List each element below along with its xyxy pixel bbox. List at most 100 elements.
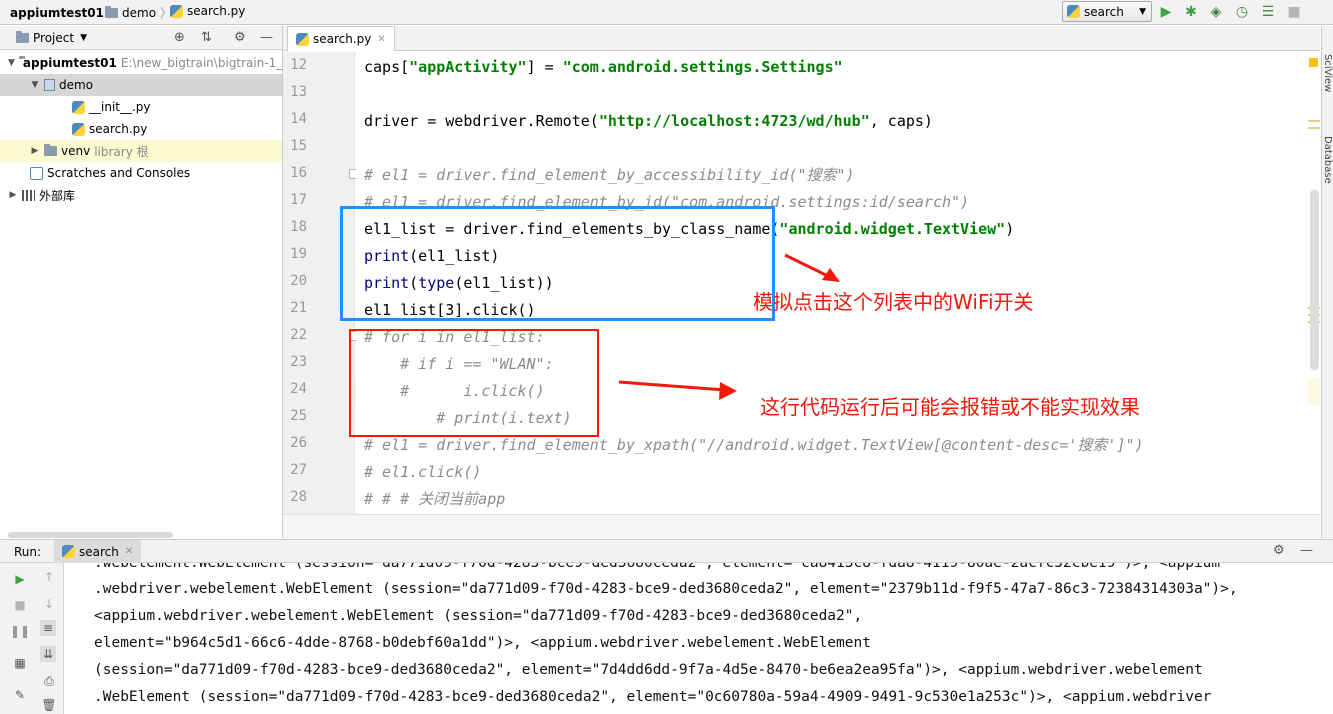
collapse-all-icon[interactable]: ⇅ [201,30,212,45]
tree-item-demo[interactable]: ▼ demo [0,74,282,96]
minimize-icon[interactable]: — [260,30,273,45]
line-number: 20 [290,273,307,289]
project-view-selector[interactable]: Project ▼ [16,31,87,45]
code-line-12: caps["appActivity"] = "com.android.setti… [364,58,843,76]
error-stripe-mark[interactable] [1308,127,1320,129]
rerun-icon[interactable]: ▶ [12,571,28,587]
line-number: 16 [290,165,307,181]
console-output[interactable]: .webelement.WebElement (session="da771d0… [64,563,1333,714]
breadcrumb-file[interactable]: search.py [170,4,245,18]
soft-wrap-icon[interactable]: ≡ [40,620,56,636]
run-tab-label: search [79,544,119,559]
run-tab-search[interactable]: search ✕ [54,540,142,563]
debug-icon[interactable]: ✱ [1182,3,1200,21]
layout-icon[interactable]: ▦ [12,655,28,671]
chevron-down-icon: ▼ [80,33,87,43]
close-icon[interactable]: ✕ [377,34,385,45]
tree-item-scratches[interactable]: Scratches and Consoles [0,162,282,184]
breadcrumb-folder[interactable]: demo 〉 [105,4,172,21]
stop-icon[interactable]: ■ [12,597,28,613]
coverage-icon[interactable]: ◈ [1207,3,1225,21]
line-number: 15 [290,138,307,154]
line-number: 13 [290,84,307,100]
pin-icon[interactable]: ✎ [12,687,28,703]
gear-icon[interactable]: ⚙ [1273,543,1285,558]
scroll-to-end-icon[interactable]: ⇊ [40,646,56,662]
red-box-annotation: 这行代码运行后可能会报错或不能实现效果 [760,395,1140,419]
chevron-down-icon: ▼ [31,80,39,90]
stop-icon[interactable]: ■ [1285,3,1303,21]
tree-item-appiumtest01[interactable]: ▼ appiumtest01 E:\new_bigtrain\bigtrain-… [0,52,289,74]
pause-icon[interactable]: ❚❚ [10,623,30,639]
minimize-icon[interactable]: — [1300,543,1313,558]
print-icon[interactable]: ⎙ [41,673,57,689]
editor-vertical-scrollbar[interactable] [1310,190,1319,370]
chevron-right-icon: ▶ [9,190,17,200]
tab-database[interactable]: Database [1322,136,1333,184]
line-number: 22 [290,327,307,343]
tree-item-venv[interactable]: ▶ venv library 根 [0,140,282,162]
breadcrumb-project-label: appiumtest01 [10,5,104,20]
console-line: .webelement.WebElement (session="da771d0… [94,563,1221,571]
python-file-icon [72,100,85,114]
tree-item-init-py[interactable]: __init__.py [0,96,282,118]
line-number: 26 [290,435,307,451]
editor-horizontal-scrollbar[interactable] [283,514,1320,538]
red-highlight-box [349,329,599,437]
project-horizontal-scrollbar[interactable] [8,532,173,538]
run-configuration-select[interactable]: search ▼ [1062,1,1152,22]
python-file-icon [62,545,75,558]
folder-icon [44,144,57,156]
tree-item-path: E:\new_bigtrain\bigtrain-1_v [120,56,290,70]
close-icon[interactable]: ✕ [125,546,133,557]
library-icon [22,189,35,201]
breadcrumb-folder-label: demo [122,5,157,20]
profile-icon[interactable]: ◷ [1233,3,1251,21]
run-panel-label: Run: [14,545,42,559]
locate-icon[interactable]: ⊕ [174,30,185,45]
down-arrow-icon[interactable]: ↓ [41,596,57,612]
red-arrow-icon [618,380,737,400]
concurrency-icon[interactable]: ☰ [1259,3,1277,21]
project-folder-icon [16,31,29,43]
tree-item-label: __init__.py [89,100,151,114]
red-arrow-icon [784,253,840,282]
folder-icon [105,5,118,18]
tree-item-label: appiumtest01 [22,56,117,70]
line-number: 17 [290,192,307,208]
trash-icon[interactable]: 🗑 [41,697,57,713]
tree-item-note: library 根 [94,144,149,159]
tree-item-label: search.py [89,122,148,136]
warning-marker-icon[interactable] [1309,58,1318,67]
chevron-down-icon: ▼ [8,58,15,68]
console-line: (session="da771d09-f70d-4283-bce9-ded368… [94,662,1203,678]
code-line-27: # el1.click() [364,463,482,481]
run-icon[interactable]: ▶ [1157,3,1175,21]
error-stripe-mark[interactable] [1308,120,1320,122]
line-number: 28 [290,489,307,505]
gear-icon[interactable]: ⚙ [234,30,246,45]
line-number: 23 [290,354,307,370]
up-arrow-icon[interactable]: ↑ [41,569,57,585]
run-configuration-label: search [1084,4,1124,19]
breadcrumb-project[interactable]: appiumtest01〉 [10,4,120,21]
tab-search-py[interactable]: search.py ✕ [287,26,395,51]
line-number: 25 [290,408,307,424]
chevron-down-icon: ▼ [1139,6,1146,17]
editor-tab-bar: search.py ✕ [283,26,1320,51]
tree-item-label: demo [59,78,94,92]
line-number: 18 [290,219,307,235]
tree-item-external-libraries[interactable]: ▶ 外部库 [0,184,282,206]
line-number: 14 [290,111,307,127]
blue-highlight-box [340,206,775,321]
tab-label: search.py [313,32,372,46]
console-line: element="b964c5d1-66c6-4dde-8768-b0debf6… [94,635,871,651]
right-tool-strip: SciView Database [1321,26,1333,538]
chevron-right-icon: ▶ [31,146,39,156]
run-toolbar: ▶ ↑ ■ ↓ ❚❚ ≡ ⇊ ▦ ⎙ ✎ 🗑 [0,563,64,714]
line-number: 21 [290,300,307,316]
tab-sciview[interactable]: SciView [1322,54,1333,92]
run-panel-header: Run: search ✕ ⚙ — [0,539,1333,563]
python-file-icon [1067,5,1080,18]
tree-item-search-py[interactable]: search.py [0,118,282,140]
